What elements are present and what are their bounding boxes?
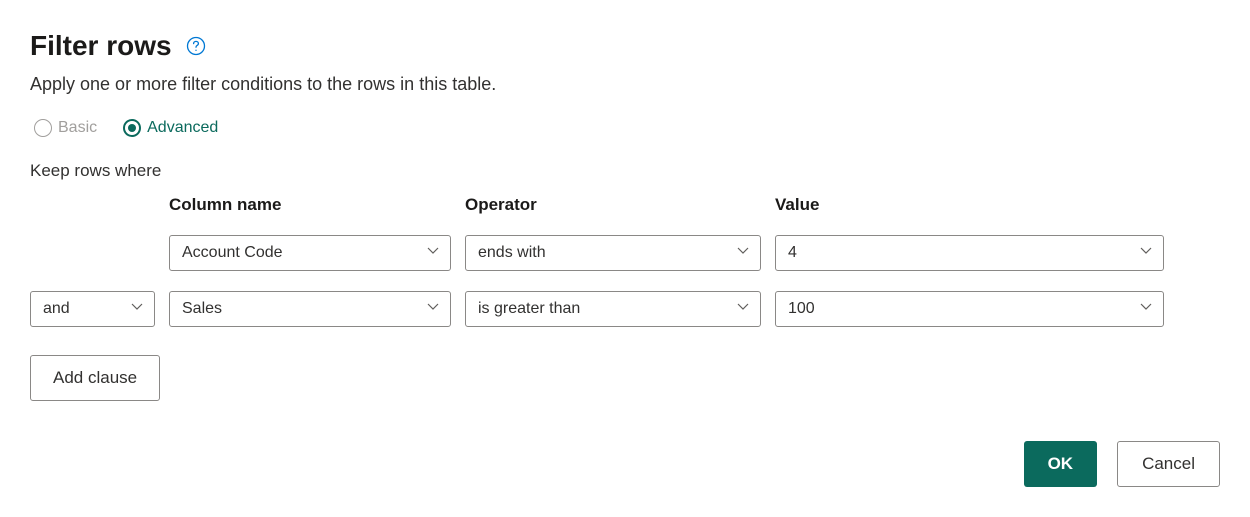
ok-button[interactable]: OK <box>1024 441 1098 487</box>
col-header-value: Value <box>775 195 1164 215</box>
radio-unselected-icon <box>34 119 52 137</box>
page-title: Filter rows <box>30 30 172 62</box>
conjunction-select-value: and <box>43 300 70 318</box>
help-icon[interactable] <box>186 36 206 56</box>
radio-basic-label: Basic <box>58 119 97 137</box>
radio-selected-icon <box>123 119 141 137</box>
cancel-button[interactable]: Cancel <box>1117 441 1220 487</box>
chevron-down-icon <box>736 244 750 263</box>
column-select[interactable]: Sales <box>169 291 451 327</box>
operator-select-value: ends with <box>478 244 546 262</box>
radio-advanced-label: Advanced <box>147 119 218 137</box>
value-select[interactable]: 4 <box>775 235 1164 271</box>
page-subtitle: Apply one or more filter conditions to t… <box>30 74 1220 95</box>
column-select-value: Account Code <box>182 244 283 262</box>
filter-grid: Column name Operator Value Account Code … <box>30 195 1220 327</box>
column-select-value: Sales <box>182 300 222 318</box>
chevron-down-icon <box>130 300 144 319</box>
value-select-value: 4 <box>788 244 797 262</box>
mode-radio-group: Basic Advanced <box>34 119 1220 137</box>
col-header-column-name: Column name <box>169 195 451 215</box>
add-clause-button[interactable]: Add clause <box>30 355 160 401</box>
chevron-down-icon <box>1139 244 1153 263</box>
column-select[interactable]: Account Code <box>169 235 451 271</box>
operator-select[interactable]: ends with <box>465 235 761 271</box>
radio-advanced[interactable]: Advanced <box>123 119 218 137</box>
radio-basic[interactable]: Basic <box>34 119 97 137</box>
operator-select-value: is greater than <box>478 300 580 318</box>
col-header-operator: Operator <box>465 195 761 215</box>
operator-select[interactable]: is greater than <box>465 291 761 327</box>
chevron-down-icon <box>736 300 750 319</box>
chevron-down-icon <box>426 244 440 263</box>
value-select-value: 100 <box>788 300 815 318</box>
dialog-footer: OK Cancel <box>30 441 1220 487</box>
value-select[interactable]: 100 <box>775 291 1164 327</box>
chevron-down-icon <box>1139 300 1153 319</box>
conjunction-select[interactable]: and <box>30 291 155 327</box>
chevron-down-icon <box>426 300 440 319</box>
keep-rows-label: Keep rows where <box>30 161 1220 181</box>
